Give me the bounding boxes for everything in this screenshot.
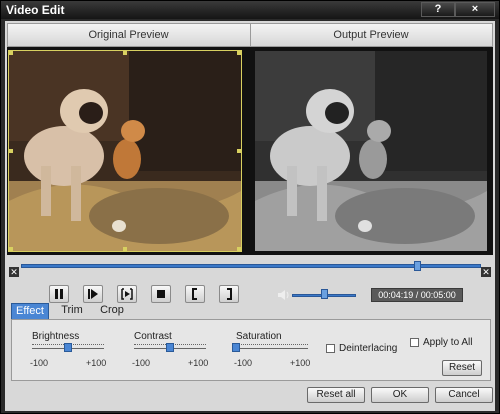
- apply-to-all-label: Apply to All: [423, 337, 473, 348]
- reset-all-button[interactable]: Reset all: [307, 387, 365, 403]
- left-bracket-icon: [192, 288, 197, 300]
- help-button[interactable]: ?: [421, 2, 455, 17]
- output-preview: [255, 51, 487, 251]
- saturation-slider[interactable]: [232, 343, 308, 354]
- slider-ticks: [236, 344, 308, 350]
- set-start-button[interactable]: [185, 285, 205, 303]
- next-frame-icon: [88, 289, 98, 299]
- brightness-label: Brightness: [32, 331, 80, 342]
- tab-crop[interactable]: Crop: [95, 303, 129, 319]
- saturation-max: +100: [290, 358, 311, 368]
- brightness-max: +100: [86, 358, 107, 368]
- crop-handle[interactable]: [9, 149, 13, 153]
- output-frame-image: [255, 51, 487, 251]
- dialog-body: Original Preview Output Preview ✕ ✕ 00:0…: [5, 21, 495, 411]
- contrast-label: Contrast: [134, 331, 172, 342]
- contrast-min: -100: [132, 358, 151, 368]
- tab-trim[interactable]: Trim: [55, 303, 89, 319]
- brightness-knob[interactable]: [64, 343, 72, 352]
- ok-button[interactable]: OK: [371, 387, 429, 403]
- title-bar[interactable]: Video Edit ? ×: [1, 1, 499, 19]
- original-preview[interactable]: [8, 50, 242, 252]
- saturation-min: -100: [234, 358, 253, 368]
- volume-icon[interactable]: [277, 289, 291, 301]
- contrast-slider[interactable]: [134, 343, 206, 354]
- seek-track[interactable]: [21, 264, 481, 268]
- original-frame-image: [9, 51, 241, 251]
- window-title: Video Edit: [6, 3, 65, 17]
- pause-button[interactable]: [49, 285, 69, 303]
- crop-handle[interactable]: [123, 247, 127, 251]
- edit-tabs: Effect Trim Crop: [11, 303, 491, 319]
- brightness-slider[interactable]: [32, 343, 104, 354]
- seek-thumb[interactable]: [413, 261, 421, 271]
- close-button[interactable]: ×: [455, 2, 495, 17]
- contrast-knob[interactable]: [166, 343, 174, 352]
- play-segment-icon: [121, 288, 133, 300]
- effect-panel: Brightness -100 +100 Contrast -100 +100 …: [11, 319, 491, 381]
- set-end-button[interactable]: [219, 285, 239, 303]
- video-edit-window: Video Edit ? × Original Preview Output P…: [0, 0, 500, 414]
- play-segment-button[interactable]: [117, 285, 137, 303]
- deinterlacing-checkbox[interactable]: [326, 344, 335, 353]
- cancel-button[interactable]: Cancel: [435, 387, 493, 403]
- preview-area: [7, 47, 493, 255]
- deinterlacing-label: Deinterlacing: [339, 343, 398, 354]
- tab-effect[interactable]: Effect: [11, 303, 49, 319]
- stop-icon: [157, 290, 165, 298]
- reset-button[interactable]: Reset: [442, 360, 482, 376]
- stop-button[interactable]: [151, 285, 171, 303]
- right-bracket-icon: [227, 288, 232, 300]
- apply-to-all-checkbox[interactable]: [410, 338, 419, 347]
- saturation-label: Saturation: [236, 331, 282, 342]
- output-preview-label: Output Preview: [250, 24, 491, 46]
- pause-icon: [55, 289, 63, 299]
- seek-bar[interactable]: ✕ ✕: [7, 261, 493, 277]
- brightness-min: -100: [30, 358, 49, 368]
- crop-handle[interactable]: [237, 51, 241, 55]
- slider-track: [236, 348, 308, 349]
- volume-thumb[interactable]: [321, 289, 328, 299]
- next-frame-button[interactable]: [83, 285, 103, 303]
- end-trim-marker[interactable]: ✕: [481, 267, 491, 277]
- original-preview-label: Original Preview: [88, 29, 169, 41]
- crop-handle[interactable]: [237, 149, 241, 153]
- start-trim-marker[interactable]: ✕: [9, 267, 19, 277]
- saturation-knob[interactable]: [232, 343, 240, 352]
- crop-handle[interactable]: [9, 247, 13, 251]
- crop-handle[interactable]: [123, 51, 127, 55]
- crop-handle[interactable]: [237, 247, 241, 251]
- time-display: 00:04:19 / 00:05:00: [371, 288, 463, 302]
- crop-handle[interactable]: [9, 51, 13, 55]
- preview-header: Original Preview Output Preview: [7, 23, 493, 47]
- contrast-max: +100: [188, 358, 209, 368]
